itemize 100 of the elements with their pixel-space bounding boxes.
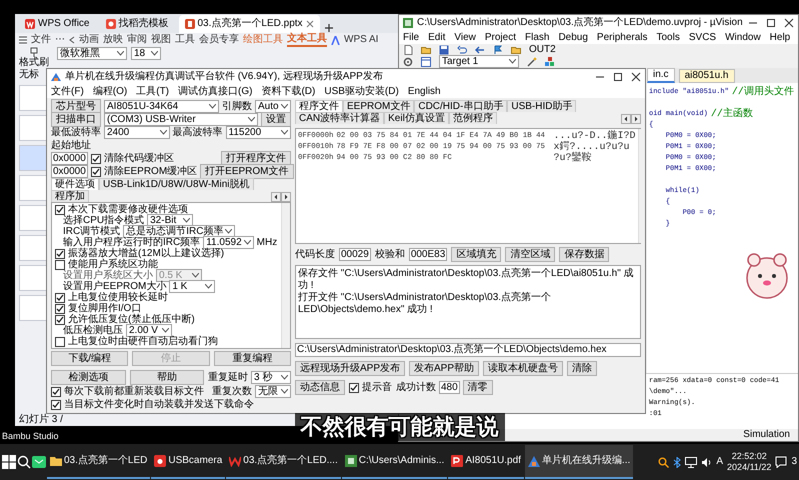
menu-tab[interactable]: 视图 <box>151 34 171 46</box>
file-path-field[interactable]: C:\Users\Administrator\Desktop\03.点亮第一个LED\Objects\demo.hex <box>295 343 641 357</box>
tab[interactable]: 范例程序 <box>448 112 497 124</box>
action-button[interactable]: 检测选项 <box>51 370 126 385</box>
bluetooth-icon[interactable] <box>673 456 682 468</box>
network-icon[interactable] <box>685 456 698 468</box>
tool-button[interactable]: 发布APP帮助 <box>409 361 480 376</box>
menu-item[interactable]: Tools <box>656 32 680 44</box>
menu-item[interactable]: Flash <box>524 32 550 44</box>
tool-button[interactable]: 读取本机硬盘号 <box>483 361 564 376</box>
baud-dropdown[interactable]: 115200 <box>226 126 291 139</box>
baud-dropdown[interactable]: 2400 <box>104 126 170 139</box>
option-dropdown[interactable]: 2.00 V <box>126 324 172 337</box>
checkbox[interactable] <box>90 166 101 176</box>
checkbox[interactable] <box>90 154 101 164</box>
search-icon[interactable] <box>658 456 670 468</box>
scan-port-button[interactable]: 扫描串口 <box>51 112 101 127</box>
action-button[interactable]: 重复编程 <box>214 351 291 366</box>
menu-item[interactable]: 文件(F) <box>51 86 84 98</box>
action-button[interactable]: 帮助 <box>130 370 204 385</box>
slide-thumbnail[interactable] <box>19 115 47 141</box>
menu-tab[interactable]: 会员专享 <box>199 34 239 46</box>
gear-icon[interactable] <box>403 56 413 66</box>
menu-item[interactable]: USB驱动安装(D) <box>324 86 399 98</box>
more-menu[interactable]: ⋯ <box>55 34 65 46</box>
tab[interactable]: CDC/HID-串口助手 <box>414 100 508 112</box>
slide-thumbnail[interactable] <box>19 205 47 231</box>
option-dropdown[interactable]: 1 K <box>169 280 216 293</box>
menu-item[interactable]: 工具(T) <box>136 86 170 98</box>
action-button[interactable]: 下载/编程 <box>51 351 128 366</box>
notification-count[interactable]: 3 <box>791 456 797 468</box>
slide-thumbnail[interactable] <box>19 295 47 321</box>
slide-thumbnail[interactable] <box>19 235 47 261</box>
arrow-left-icon[interactable] <box>475 44 485 54</box>
checkbox[interactable] <box>55 336 65 346</box>
menu-item[interactable]: Peripherals <box>596 32 648 44</box>
hex-action-button[interactable]: 区域填充 <box>451 247 502 262</box>
flag-icon[interactable] <box>493 44 503 54</box>
checkbox[interactable] <box>55 292 65 302</box>
option-dropdown[interactable]: 总是动态调节IRC频率 <box>123 225 236 238</box>
menu-icon[interactable] <box>19 36 27 44</box>
document-tab[interactable]: 找稻壳模板 <box>100 15 174 33</box>
tab[interactable]: Keil仿真设置 <box>384 112 449 124</box>
speaker-icon[interactable] <box>701 456 712 468</box>
checkbox[interactable] <box>51 386 61 396</box>
tab[interactable]: EEPROM文件 <box>343 100 414 112</box>
chip-dropdown[interactable]: AI8051U-34K64 <box>104 100 219 113</box>
desktop-icon-label[interactable]: Bambu Studio <box>2 430 59 442</box>
menu-item[interactable]: 编程(O) <box>92 86 128 98</box>
slide-thumbnail[interactable] <box>19 265 47 291</box>
file-tab[interactable]: in.c <box>647 68 675 83</box>
address-field[interactable]: 0x0000 <box>51 165 88 178</box>
menu-tab[interactable]: WPS AI <box>344 34 378 46</box>
hex-action-button[interactable]: 清空区域 <box>505 247 556 262</box>
menu-tab[interactable]: 工具 <box>175 34 195 46</box>
window-icon[interactable] <box>421 56 431 66</box>
port-dropdown[interactable]: (COM3) USB-Writer <box>104 113 258 126</box>
slide-thumbnail[interactable] <box>19 175 47 201</box>
menu-item[interactable]: File <box>403 32 420 44</box>
taskbar-app-button[interactable]: USBcamera <box>151 445 226 479</box>
menu-item[interactable]: SVCS <box>688 32 716 44</box>
wand-icon[interactable] <box>527 56 537 66</box>
taskbar-app-button[interactable]: 03.点亮第一个LED <box>47 445 150 479</box>
undo-icon[interactable] <box>457 44 467 54</box>
tool-button[interactable]: 远程现场升级APP发布 <box>295 361 406 376</box>
menu-item[interactable]: Window <box>725 32 761 44</box>
scroll-right-button[interactable] <box>281 192 291 202</box>
file-tab[interactable]: ai8051u.h <box>678 69 734 83</box>
scrollbar[interactable] <box>281 203 290 348</box>
menu-item[interactable]: Project <box>484 32 516 44</box>
taskbar-app-button[interactable]: 单片机在线升级编... <box>524 445 634 479</box>
checkbox[interactable] <box>51 400 61 410</box>
menu-tab[interactable]: 动画 <box>79 34 99 46</box>
font-size-dropdown[interactable]: 18 <box>131 47 161 60</box>
tool-button[interactable]: 动态信息 <box>295 380 345 395</box>
plus-icon[interactable] <box>324 23 334 33</box>
save-icon[interactable] <box>439 44 449 54</box>
slide-thumbnail[interactable] <box>19 85 47 111</box>
pin-count-dropdown[interactable]: Auto <box>255 100 291 113</box>
repeat-dropdown[interactable]: 无限 <box>255 385 291 398</box>
checkbox[interactable] <box>55 248 65 258</box>
scroll-left-button[interactable] <box>271 192 281 202</box>
taskbar-app-button[interactable]: AI8051U.pdf <box>448 445 524 479</box>
menu-tab[interactable]: 审阅 <box>127 34 147 46</box>
notification-icon[interactable] <box>775 456 788 468</box>
option-dropdown[interactable]: 11.0592 <box>203 236 254 249</box>
scroll-right-button[interactable] <box>631 114 641 124</box>
document-tab[interactable]: 03.点亮第一个LED.pptx <box>178 15 320 33</box>
hex-action-button[interactable]: 保存数据 <box>559 247 610 262</box>
mail-icon[interactable] <box>32 455 46 469</box>
menu-item[interactable]: Edit <box>428 32 446 44</box>
blocks-icon[interactable] <box>545 56 555 66</box>
checkbox[interactable] <box>55 204 65 214</box>
close-icon[interactable] <box>631 72 641 82</box>
target-dropdown[interactable]: Target 1 <box>439 55 519 68</box>
checkbox[interactable] <box>55 314 65 324</box>
open-file-button[interactable]: 打开EEPROM文件 <box>200 164 294 179</box>
menu-item[interactable]: 文件 <box>31 34 51 46</box>
clock[interactable]: 22:52:02 2024/11/22 <box>727 451 772 473</box>
format-painter-button[interactable]: 格式刷 <box>19 47 49 69</box>
